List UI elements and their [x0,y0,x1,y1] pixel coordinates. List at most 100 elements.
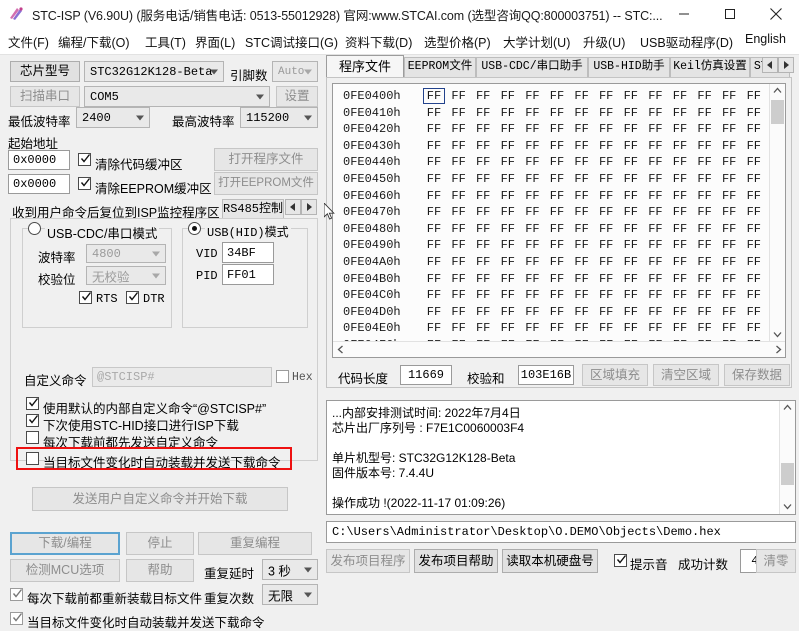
scroll-right-arrow-icon[interactable] [771,342,785,357]
hex-byte[interactable]: FF [646,287,664,303]
hex-byte[interactable]: FF [523,287,541,303]
clear-code-buffer-checkbox[interactable] [78,153,91,166]
tab-scroll-right-button[interactable] [301,199,317,215]
hex-byte[interactable]: FF [474,121,492,137]
hex-byte[interactable]: FF [745,171,763,187]
menu-item-program[interactable]: 编程/下载(O) [58,32,130,50]
tab-usb-hid-helper[interactable]: USB-HID助手 [588,57,670,77]
hex-byte[interactable]: FF [425,105,443,121]
hex-byte[interactable]: FF [745,88,763,104]
tab-scroll-right-button-right[interactable] [778,57,794,73]
publish-project-button[interactable]: 发布项目程序 [326,549,410,573]
scroll-left-arrow-icon[interactable] [333,342,347,357]
hex-byte[interactable]: FF [671,138,689,154]
hex-byte[interactable]: FF [450,88,468,104]
hex-byte[interactable]: FF [450,188,468,204]
hex-byte[interactable]: FF [745,320,763,336]
hex-byte[interactable]: FF [548,304,566,320]
hex-byte[interactable]: FF [450,105,468,121]
checksum-input[interactable]: 103E16B [518,365,574,385]
hex-byte[interactable]: FF [597,138,615,154]
hex-scroll-thumb[interactable] [771,100,784,124]
hex-byte[interactable]: FF [548,121,566,137]
hex-byte[interactable]: FF [622,287,640,303]
log-vertical-scrollbar[interactable] [779,401,795,514]
hex-byte[interactable]: FF [696,271,714,287]
hex-byte[interactable]: FF [548,320,566,336]
hex-byte[interactable]: FF [450,254,468,270]
hex-byte[interactable]: FF [548,154,566,170]
hex-byte[interactable]: FF [696,304,714,320]
hex-byte[interactable]: FF [696,320,714,336]
hex-byte[interactable]: FF [671,287,689,303]
menu-item-upgrade[interactable]: 升级(U) [583,32,625,50]
detect-mcu-options-button[interactable]: 检测MCU选项 [10,559,120,582]
hex-byte[interactable]: FF [425,237,443,253]
hex-byte[interactable]: FF [499,88,517,104]
hex-byte[interactable]: FF [523,204,541,220]
hex-byte[interactable]: FF [696,88,714,104]
hex-byte[interactable]: FF [548,188,566,204]
hex-byte[interactable]: FF [622,171,640,187]
hex-byte[interactable]: FF [696,105,714,121]
file-path-box[interactable]: C:\Users\Administrator\Desktop\O.DEMO\Ob… [326,521,796,543]
hex-byte[interactable]: FF [499,237,517,253]
menu-item-interface[interactable]: 界面(L) [195,32,235,50]
hex-byte[interactable]: FF [499,320,517,336]
hex-byte[interactable]: FF [474,254,492,270]
hex-byte[interactable]: FF [548,171,566,187]
clear-area-button[interactable]: 清空区域 [653,364,719,386]
hex-byte[interactable]: FF [622,121,640,137]
hex-byte[interactable]: FF [646,304,664,320]
menu-item-pricing[interactable]: 选型价格(P) [424,32,491,50]
hex-byte[interactable]: FF [671,121,689,137]
hex-byte[interactable]: FF [646,237,664,253]
hex-byte[interactable]: FF [548,254,566,270]
hex-byte[interactable]: FF [474,105,492,121]
hex-byte[interactable]: FF [622,138,640,154]
log-scroll-up-arrow-icon[interactable] [780,401,795,415]
hex-byte[interactable]: FF [720,287,738,303]
hex-byte[interactable]: FF [646,154,664,170]
hex-byte[interactable]: FF [523,304,541,320]
hex-byte[interactable]: FF [696,171,714,187]
hex-byte[interactable]: FF [523,221,541,237]
hex-byte[interactable]: FF [573,254,591,270]
hex-byte[interactable]: FF [425,154,443,170]
menu-item-university[interactable]: 大学计划(U) [503,32,570,50]
custom-command-input[interactable]: @STCISP# [92,367,272,387]
hex-byte[interactable]: FF [523,237,541,253]
publish-help-button[interactable]: 发布项目帮助 [414,549,498,573]
hex-byte[interactable]: FF [523,138,541,154]
hex-byte[interactable]: FF [425,304,443,320]
hex-byte[interactable]: FF [573,271,591,287]
cdc-baud-select[interactable]: 4800 [86,244,166,263]
hex-byte[interactable]: FF [548,271,566,287]
send-cmd-before-download-checkbox[interactable] [26,431,39,444]
pin-count-select[interactable]: Auto [272,61,318,82]
hex-byte[interactable]: FF [474,171,492,187]
hex-byte[interactable]: FF [523,171,541,187]
hex-byte[interactable]: FF [720,105,738,121]
hex-byte[interactable]: FF [499,254,517,270]
hex-byte[interactable]: FF [720,221,738,237]
parity-select[interactable]: 无校验 [86,266,166,285]
hex-byte[interactable]: FF [646,105,664,121]
open-eeprom-file-button[interactable]: 打开EEPROM文件 [214,172,318,195]
hex-byte[interactable]: FF [622,271,640,287]
settings-button[interactable]: 设置 [276,86,318,107]
hex-byte[interactable]: FF [671,88,689,104]
close-button[interactable] [753,0,799,28]
tab-program-file[interactable]: 程序文件 [326,55,404,79]
menu-item-tools[interactable]: 工具(T) [145,32,186,50]
hex-byte[interactable]: FF [499,304,517,320]
hex-byte[interactable]: FF [499,271,517,287]
serial-port-select[interactable]: COM5 [84,86,270,107]
hex-byte[interactable]: FF [573,138,591,154]
log-scroll-thumb[interactable] [781,463,794,485]
hex-horizontal-scrollbar[interactable] [333,341,785,357]
menu-item-downloads[interactable]: 资料下载(D) [345,32,412,50]
min-baud-select[interactable]: 2400 [76,107,150,128]
hex-byte[interactable]: FF [720,188,738,204]
read-disk-id-button[interactable]: 读取本机硬盘号 [502,549,598,573]
